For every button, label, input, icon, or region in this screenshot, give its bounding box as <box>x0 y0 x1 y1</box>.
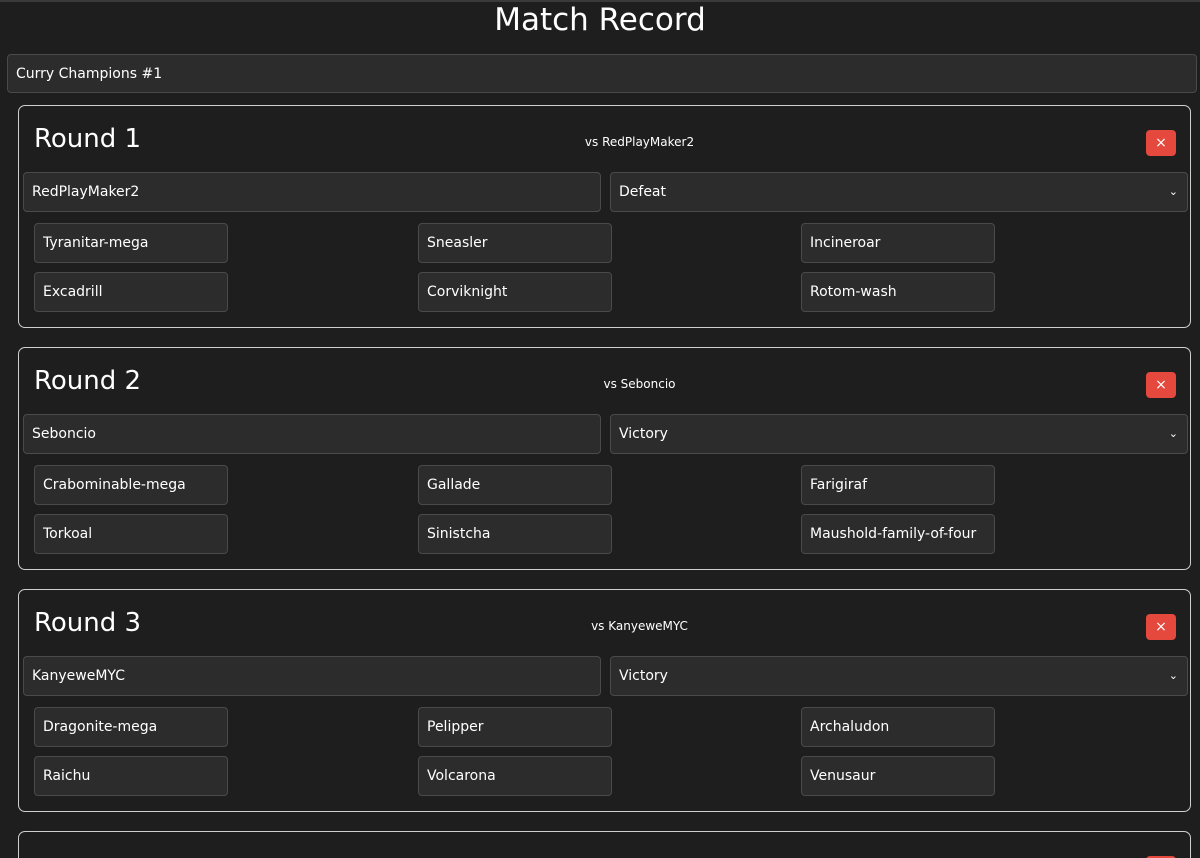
pokemon-input-3[interactable] <box>801 707 995 747</box>
result-select-value: Victory <box>619 426 668 442</box>
page-title: Match Record <box>494 2 706 38</box>
chevron-down-icon: ⌄ <box>1168 185 1178 198</box>
delete-round-button[interactable]: × <box>1146 130 1176 156</box>
close-icon: × <box>1155 619 1167 635</box>
pokemon-input-2[interactable] <box>418 707 612 747</box>
round-opponent-label: vs Seboncio <box>603 377 676 391</box>
pokemon-input-6[interactable] <box>801 756 995 796</box>
pokemon-input-4[interactable] <box>34 272 228 312</box>
round-card-2: Round 2 vs Seboncio × Victory ⌄ <box>18 347 1191 570</box>
result-select[interactable]: Victory ⌄ <box>610 414 1188 454</box>
pokemon-input-5[interactable] <box>418 514 612 554</box>
pokemon-input-1[interactable] <box>34 707 228 747</box>
result-select-value: Defeat <box>619 184 667 200</box>
chevron-down-icon: ⌄ <box>1168 669 1178 682</box>
pokemon-input-3[interactable] <box>801 223 995 263</box>
pokemon-input-4[interactable] <box>34 514 228 554</box>
delete-round-button[interactable]: × <box>1146 614 1176 640</box>
round-opponent-label: vs KanyeweMYC <box>591 619 688 633</box>
result-select[interactable]: Victory ⌄ <box>610 656 1188 696</box>
result-select[interactable]: Defeat ⌄ <box>610 172 1188 212</box>
round-opponent-label: vs RedPlayMaker2 <box>584 135 695 149</box>
result-select-value: Victory <box>619 668 668 684</box>
close-icon: × <box>1155 377 1167 393</box>
opponent-name-input[interactable] <box>23 172 601 212</box>
opponent-name-input[interactable] <box>23 656 601 696</box>
pokemon-input-1[interactable] <box>34 465 228 505</box>
pokemon-input-5[interactable] <box>418 272 612 312</box>
pokemon-input-5[interactable] <box>418 756 612 796</box>
round-card-3: Round 3 vs KanyeweMYC × Victory ⌄ <box>18 589 1191 812</box>
pokemon-input-1[interactable] <box>34 223 228 263</box>
close-icon: × <box>1155 135 1167 151</box>
pokemon-input-4[interactable] <box>34 756 228 796</box>
round-card-1: Round 1 vs RedPlayMaker2 × Defeat ⌄ <box>18 105 1191 328</box>
pokemon-input-6[interactable] <box>801 514 995 554</box>
pokemon-input-6[interactable] <box>801 272 995 312</box>
delete-round-button[interactable]: × <box>1146 372 1176 398</box>
pokemon-input-3[interactable] <box>801 465 995 505</box>
chevron-down-icon: ⌄ <box>1168 427 1178 440</box>
match-record-page: Match Record Round 1 vs RedPlayMaker2 × … <box>0 0 1200 858</box>
team-name-input[interactable] <box>7 54 1197 93</box>
pokemon-input-2[interactable] <box>418 223 612 263</box>
pokemon-input-2[interactable] <box>418 465 612 505</box>
round-card-4: × <box>18 831 1191 858</box>
opponent-name-input[interactable] <box>23 414 601 454</box>
